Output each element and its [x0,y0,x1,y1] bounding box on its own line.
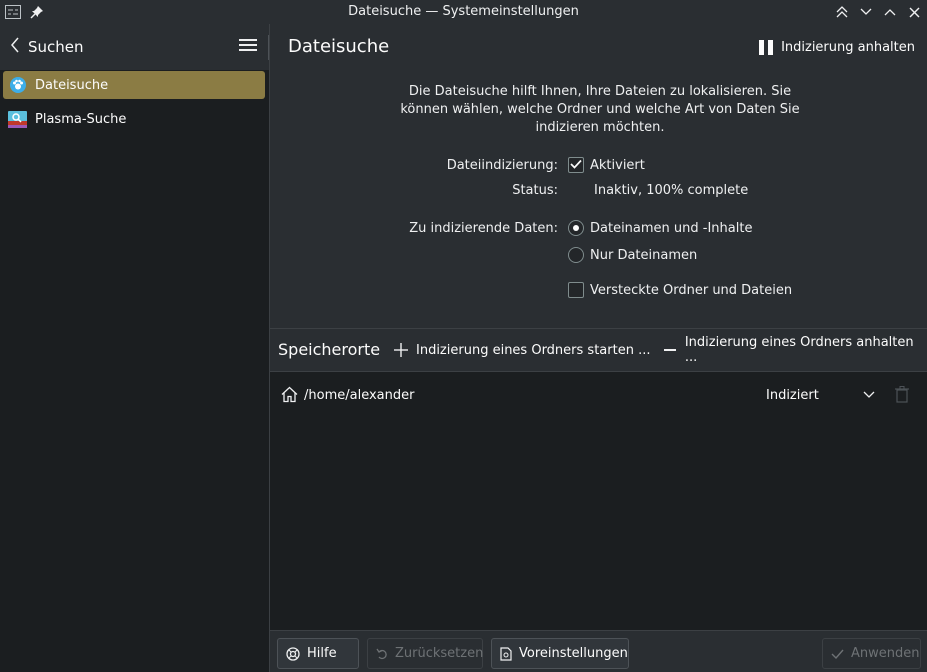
settings-panel: Die Dateisuche hilft Ihnen, Ihre Dateien… [270,70,927,328]
minus-icon [663,348,677,352]
data-label: Zu indizierende Daten: [409,221,558,236]
status-value: Inaktiv, 100% complete [594,183,749,198]
locations-header: Speicherorte Indizierung eines Ordners s… [270,329,927,371]
option-contents[interactable]: Dateinamen und -Inhalte [568,220,752,236]
footer-bar: Hilfe Zurücksetzen Voreinstellungen Anwe… [270,630,927,672]
window-title: Dateisuche — Systemeinstellungen [348,4,579,19]
names-radio-label: Nur Dateinamen [590,247,698,263]
keep-above-icon[interactable] [830,0,854,24]
chevron-left-icon [10,37,20,57]
title-bar: Dateisuche — Systemeinstellungen [0,0,927,24]
sidebar-item-plasma-suche[interactable]: Plasma-Suche [3,105,265,133]
location-path: /home/alexander [304,387,415,403]
help-label: Hilfe [307,646,337,661]
location-status: Indiziert [766,387,819,403]
plus-icon [394,343,408,357]
sidebar-item-dateisuche[interactable]: Dateisuche [3,71,265,99]
defaults-button[interactable]: Voreinstellungen [491,638,629,669]
home-icon [281,386,298,407]
sidebar-item-label: Plasma-Suche [35,111,127,127]
checkmark-icon [831,649,844,659]
close-icon[interactable] [902,0,926,24]
maximize-icon[interactable] [878,0,902,24]
page-title: Dateisuche [288,36,390,57]
hamburger-icon [239,38,257,56]
pause-indexing-button[interactable]: Indizierung anhalten [759,35,915,59]
hidden-checkbox-label: Versteckte Ordner und Dateien [590,282,793,298]
indexing-label: Dateiindizierung: [446,158,558,173]
contents-radio[interactable] [568,220,584,236]
start-indexing-button[interactable]: Indizierung eines Ordners starten ... [394,338,650,362]
main-header: Dateisuche Indizierung anhalten [270,24,927,70]
locations-list: /home/alexander Indiziert [270,372,927,630]
defaults-label: Voreinstellungen [519,646,628,661]
krunner-icon [8,110,27,129]
sidebar-header: Suchen [0,24,269,70]
pause-indexing-label: Indizierung anhalten [781,39,915,55]
hidden-option[interactable]: Versteckte Ordner und Dateien [568,282,792,298]
back-button[interactable]: Suchen [10,24,84,70]
trash-icon[interactable] [895,386,909,407]
locations-title: Speicherorte [278,340,381,359]
names-radio[interactable] [568,247,584,263]
hidden-checkbox[interactable] [568,282,584,298]
stop-indexing-button[interactable]: Indizierung eines Ordners anhalten ... [663,335,927,365]
hamburger-menu-button[interactable] [236,37,260,57]
indexing-checkbox[interactable] [568,157,584,173]
baloo-icon [8,76,27,95]
help-button[interactable]: Hilfe [277,638,359,669]
apply-button[interactable]: Anwenden [822,638,921,669]
document-icon [500,646,512,661]
sidebar-item-label: Dateisuche [35,77,109,93]
minimize-icon[interactable] [854,0,878,24]
stop-indexing-label: Indizierung eines Ordners anhalten ... [684,335,914,365]
reset-button[interactable]: Zurücksetzen [367,638,483,669]
list-item[interactable]: /home/alexander Indiziert [270,382,927,408]
help-icon [286,646,300,661]
back-label: Suchen [28,38,84,56]
pause-icon [759,39,774,55]
reset-label: Zurücksetzen [395,646,484,661]
sidebar: Dateisuche Plasma-Suche [0,70,269,672]
apply-label: Anwenden [851,646,920,661]
chevron-down-icon[interactable] [863,388,875,403]
option-names[interactable]: Nur Dateinamen [568,247,697,263]
contents-radio-label: Dateinamen und -Inhalte [590,220,753,236]
indexing-option[interactable]: Aktiviert [568,157,645,173]
checkmark-icon [570,158,582,173]
description-text: Die Dateisuche hilft Ihnen, Ihre Dateien… [400,84,800,135]
start-indexing-label: Indizierung eines Ordners starten ... [416,342,651,358]
status-label: Status: [512,183,558,198]
indexing-value: Aktiviert [590,157,645,173]
undo-icon [376,648,388,660]
